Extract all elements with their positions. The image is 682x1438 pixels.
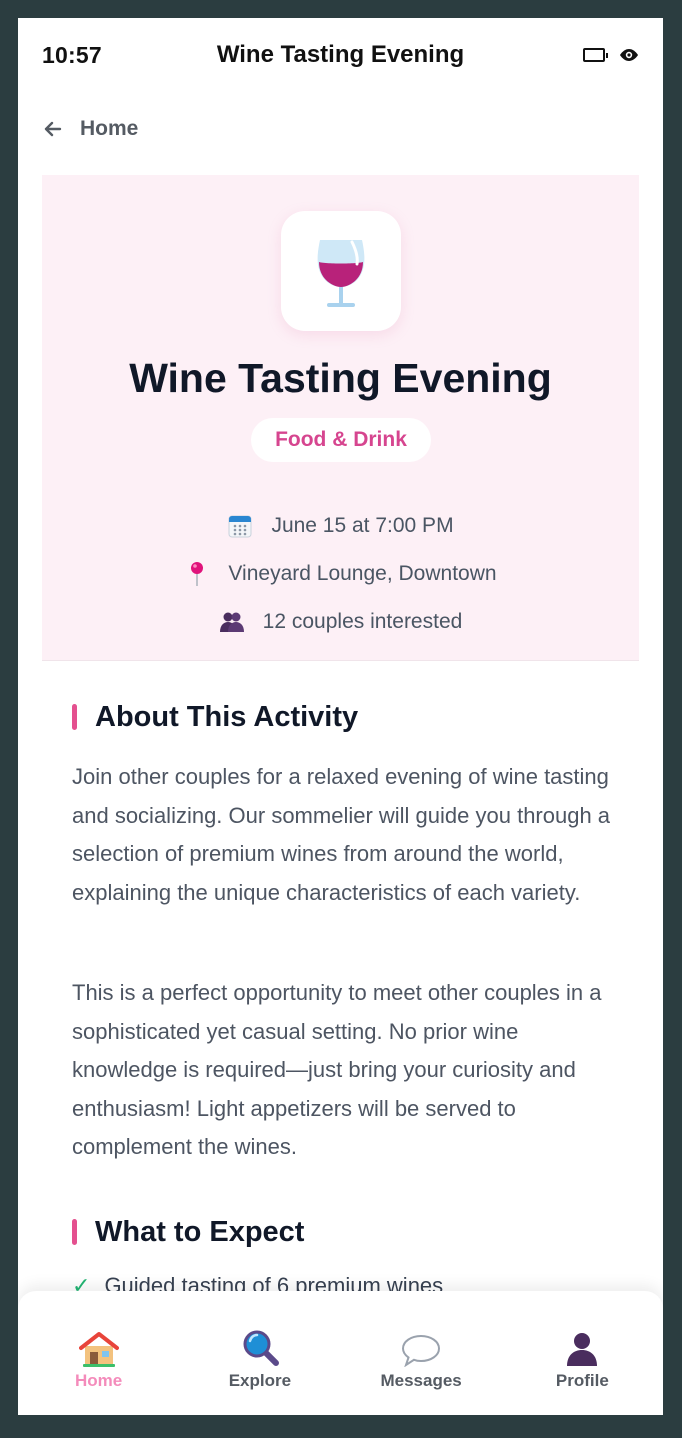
arrow-left-icon [44, 121, 62, 137]
status-bar: 10:57 Wine Tasting Evening [18, 18, 663, 92]
eye-icon [620, 49, 638, 61]
activity-hero: Wine Tasting Evening Food & Drink June 1… [42, 175, 639, 661]
person-silhouette-icon [562, 1329, 602, 1367]
expect-heading-text: What to Expect [95, 1215, 305, 1248]
back-label: Home [80, 117, 139, 140]
nav-messages[interactable]: Messages [356, 1329, 486, 1391]
heading-accent [72, 1219, 77, 1245]
magnifier-icon [240, 1329, 280, 1367]
battery-icon [583, 48, 608, 62]
category-badge: Food & Drink [251, 418, 431, 462]
expect-heading: What to Expect [72, 1214, 304, 1250]
speech-bubble-icon [401, 1329, 441, 1367]
calendar-icon [227, 513, 253, 539]
nav-explore[interactable]: Explore [195, 1329, 325, 1391]
nav-profile[interactable]: Profile [517, 1329, 647, 1391]
status-time: 10:57 [42, 41, 102, 68]
nav-home-label: Home [75, 1371, 123, 1390]
phone-screen: 10:57 Wine Tasting Evening Home Wine Tas… [18, 18, 663, 1415]
about-paragraph-2: This is a perfect opportunity to meet ot… [72, 980, 602, 1159]
pushpin-icon [184, 561, 210, 587]
about-heading: About This Activity [72, 699, 358, 735]
event-date: June 15 at 7:00 PM [271, 514, 454, 537]
interest-row: 12 couples interested [42, 609, 639, 635]
interest-count: 12 couples interested [262, 610, 463, 633]
nav-profile-label: Profile [555, 1371, 609, 1390]
status-icons [583, 48, 639, 62]
about-heading-text: About This Activity [95, 700, 359, 733]
activity-icon-tile [281, 211, 401, 331]
bottom-nav: Home Explore Messages Profile [18, 1291, 663, 1415]
couples-icon [219, 609, 245, 635]
wine-glass-icon [317, 240, 365, 307]
nav-messages-label: Messages [380, 1371, 462, 1390]
nav-home[interactable]: Home [34, 1329, 164, 1391]
back-button[interactable]: Home [42, 114, 138, 144]
heading-accent [72, 704, 77, 730]
date-row: June 15 at 7:00 PM [42, 513, 639, 539]
status-title: Wine Tasting Evening [216, 41, 465, 68]
about-paragraph-1: Join other couples for a relaxed evening… [72, 764, 611, 905]
nav-explore-label: Explore [228, 1371, 292, 1390]
house-icon [78, 1329, 119, 1367]
event-location: Vineyard Lounge, Downtown [228, 562, 497, 585]
location-row: Vineyard Lounge, Downtown [42, 561, 639, 587]
activity-title: Wine Tasting Evening [129, 355, 552, 401]
